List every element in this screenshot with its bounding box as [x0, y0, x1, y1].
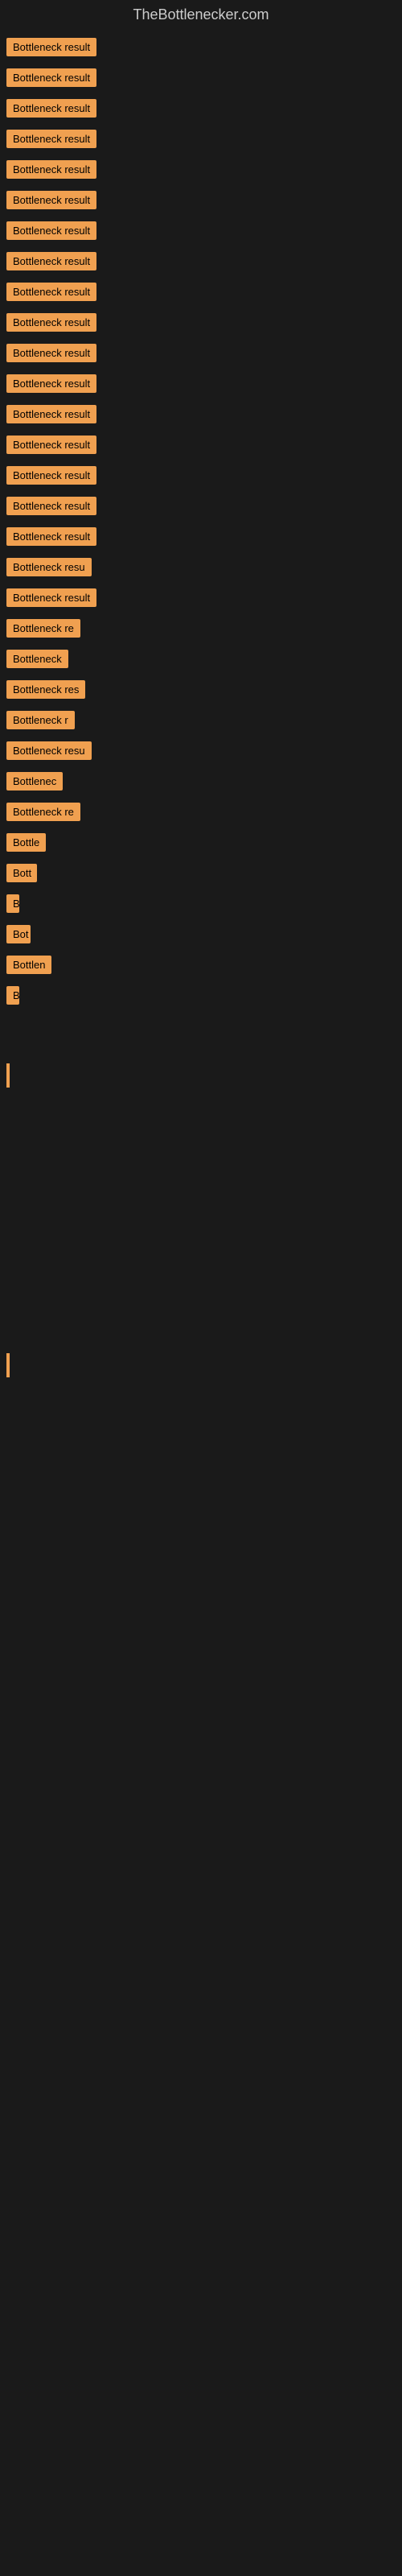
bottleneck-result-label: Bottleneck result	[6, 38, 96, 56]
bottleneck-result-label: Bottleneck result	[6, 466, 96, 485]
bottleneck-result-label: Bottleneck r	[6, 711, 75, 729]
spacer	[3, 1257, 399, 1305]
bottleneck-result-label: Bottleneck result	[6, 374, 96, 393]
list-item: Bottleneck result	[3, 373, 399, 398]
spacer	[3, 1015, 399, 1063]
list-item: Bottleneck resu	[3, 556, 399, 582]
bar-indicator	[6, 1063, 10, 1088]
list-item: Bottleneck result	[3, 220, 399, 246]
list-item: Bottleneck result	[3, 434, 399, 460]
list-item: Bottleneck result	[3, 67, 399, 93]
spacer	[3, 1208, 399, 1257]
bottleneck-result-label: Bottleneck resu	[6, 558, 92, 576]
list-item: Bottleneck result	[3, 495, 399, 521]
items-container: Bottleneck result Bottleneck result Bottle…	[0, 30, 402, 1408]
bar-indicator	[6, 1353, 10, 1377]
site-title: TheBottlenecker.com	[0, 0, 402, 30]
list-item: Bottleneck result	[3, 403, 399, 429]
list-item: Bottleneck r	[3, 709, 399, 735]
spacer	[3, 1063, 399, 1112]
bottleneck-result-label: Bottleneck result	[6, 221, 96, 240]
list-item: Bottleneck result	[3, 464, 399, 490]
spacer	[3, 1353, 399, 1402]
bottleneck-result-label: Bottlen	[6, 956, 51, 974]
bottleneck-result-label: Bottleneck result	[6, 436, 96, 454]
list-item: Bottleneck res	[3, 679, 399, 704]
spacer	[3, 1160, 399, 1208]
bottleneck-result-label: Bottleneck result	[6, 160, 96, 179]
list-item: Bottleneck result	[3, 159, 399, 184]
bottleneck-result-label: Bottleneck result	[6, 313, 96, 332]
bottleneck-result-label: Bottleneck	[6, 650, 68, 668]
bottleneck-result-label: Bottleneck result	[6, 252, 96, 270]
bottleneck-result-label: Bottleneck re	[6, 619, 80, 638]
bottleneck-result-label: Bottle	[6, 833, 46, 852]
list-item: Bot	[3, 923, 399, 949]
list-item: Bottleneck result	[3, 312, 399, 337]
bottleneck-result-label: Bottleneck result	[6, 283, 96, 301]
bottleneck-result-label: Bottleneck result	[6, 405, 96, 423]
list-item: B	[3, 893, 399, 919]
list-item: Bott	[3, 862, 399, 888]
list-item: Bottle	[3, 832, 399, 857]
spacer	[3, 1112, 399, 1160]
bottleneck-result-label: Bottleneck resu	[6, 741, 92, 760]
list-item: Bottleneck result	[3, 342, 399, 368]
list-item: Bottleneck result	[3, 587, 399, 613]
bottleneck-result-label: Bottleneck result	[6, 191, 96, 209]
list-item: Bottleneck result	[3, 250, 399, 276]
list-item: Bottleneck result	[3, 526, 399, 551]
spacer	[3, 1305, 399, 1353]
list-item: Bottleneck resu	[3, 740, 399, 766]
bottleneck-result-label: B	[6, 894, 19, 913]
list-item: B	[3, 985, 399, 1010]
list-item: Bottleneck result	[3, 189, 399, 215]
bottleneck-result-label: Bottleneck result	[6, 588, 96, 607]
bottleneck-result-label: Bottleneck result	[6, 527, 96, 546]
list-item: Bottleneck re	[3, 617, 399, 643]
list-item: Bottleneck result	[3, 97, 399, 123]
bottleneck-result-label: Bottleneck result	[6, 68, 96, 87]
bottleneck-result-label: Bottleneck result	[6, 497, 96, 515]
list-item: Bottleneck re	[3, 801, 399, 827]
list-item: Bottlen	[3, 954, 399, 980]
bottleneck-result-label: B	[6, 986, 19, 1005]
bottleneck-result-label: Bott	[6, 864, 37, 882]
bottleneck-result-label: Bottleneck res	[6, 680, 85, 699]
list-item: Bottleneck	[3, 648, 399, 674]
list-item: Bottleneck result	[3, 36, 399, 62]
list-item: Bottleneck result	[3, 281, 399, 307]
list-item: Bottlenec	[3, 770, 399, 796]
bottleneck-result-label: Bot	[6, 925, 31, 943]
bottleneck-result-label: Bottleneck result	[6, 99, 96, 118]
bottleneck-result-label: Bottleneck result	[6, 344, 96, 362]
bottleneck-result-label: Bottleneck result	[6, 130, 96, 148]
bottleneck-result-label: Bottlenec	[6, 772, 63, 791]
list-item: Bottleneck result	[3, 128, 399, 154]
bottleneck-result-label: Bottleneck re	[6, 803, 80, 821]
